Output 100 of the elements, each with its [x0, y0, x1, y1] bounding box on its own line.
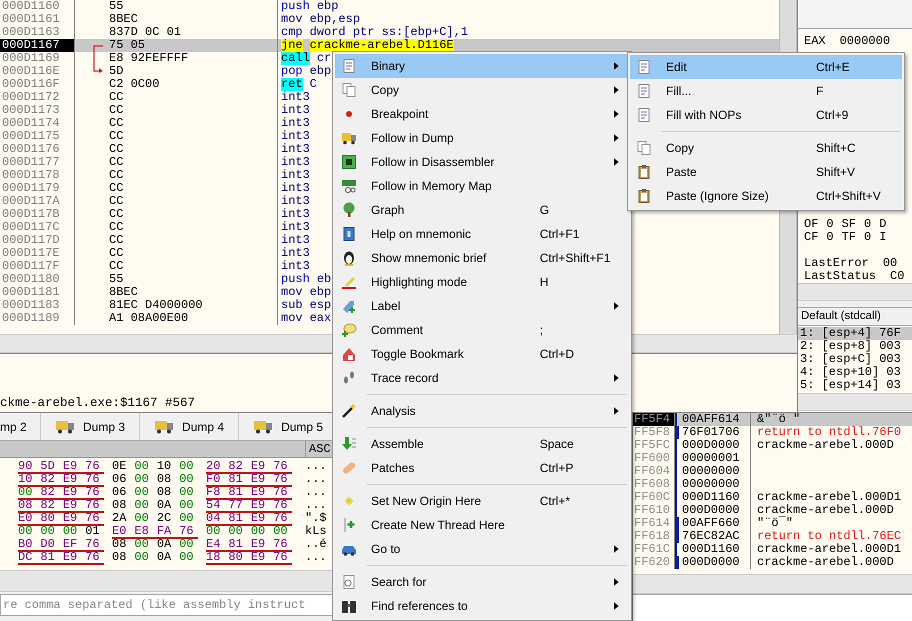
bytes-cell: 55 — [75, 273, 278, 286]
ascii-cell-text: ... — [304, 499, 327, 512]
address-cell: FF620 — [633, 556, 675, 569]
ascii-cell-text: ..é — [304, 538, 327, 551]
mnemonic: int3 — [281, 208, 310, 221]
address-cell: FF618 — [633, 530, 675, 543]
flag-cell: 0 — [864, 231, 872, 244]
mnemonic: int3 — [281, 91, 310, 104]
bytes-cell: CC — [75, 221, 278, 234]
value-cell: 000D0000 — [675, 556, 751, 569]
mnemonic: mov — [281, 13, 303, 26]
bytes-cell: C2 0C00 — [75, 78, 278, 91]
bytes-cell: 55 — [75, 0, 278, 13]
argument-row-text: 5: [esp+14] 03 — [799, 379, 902, 392]
bytes-cell: CC — [75, 143, 278, 156]
bytes-cell: 81EC D4000000 — [75, 299, 278, 312]
operand: eax — [310, 312, 332, 325]
operand: dword ptr ss:[ebp+C],1 — [310, 26, 468, 39]
hex-group: 04 81 E9 76 — [206, 512, 292, 526]
hex-group: E4 81 E9 76 — [206, 538, 292, 552]
hex-group: 00 00 00 01 — [18, 525, 104, 537]
ascii-cell-text: ... — [304, 460, 327, 473]
address-cell: FF608 — [633, 478, 675, 491]
hex-group: 2A 00 2C 00 — [112, 512, 198, 524]
value-cell: 76F01706 — [675, 426, 751, 439]
register-name: EAX — [804, 35, 826, 48]
mnemonic: pop — [281, 65, 303, 78]
mnemonic: call — [281, 52, 310, 65]
argument-row-text: 2: [esp+8] 003 — [799, 340, 902, 353]
hex-group: 20 82 E9 76 — [206, 460, 292, 474]
hex-group: 10 82 E9 76 — [18, 473, 104, 487]
flag-cell: 0 — [826, 218, 834, 232]
comment-cell-text: return to ntdll.76F0 — [756, 426, 902, 439]
hex-group: 08 00 0A 00 — [112, 538, 198, 550]
comment-cell-text: return to ntdll.76EC — [756, 530, 902, 543]
hex-group: 08 00 0A 00 — [112, 499, 198, 511]
argument-row-text: 3: [esp+C] 003 — [799, 353, 902, 366]
address-cell: 000D1175 — [0, 130, 75, 143]
address-cell: 000D117F — [0, 260, 75, 273]
mnemonic: int3 — [281, 169, 310, 182]
flag-cell: 0 — [826, 231, 834, 244]
register-name: LastError — [804, 257, 869, 270]
address-cell: FF614 — [633, 517, 675, 530]
address-cell: 000D1174 — [0, 117, 75, 130]
bytes-cell: 8BEC — [75, 286, 278, 299]
value-cell: 00AFF614 — [675, 413, 751, 426]
address-cell: 000D1167 — [0, 39, 75, 52]
bytes-cell: CC — [75, 247, 278, 260]
mnemonic: int3 — [281, 143, 310, 156]
hex-group: E0 80 E9 76 — [18, 512, 104, 526]
mnemonic: sub — [281, 299, 303, 312]
address-cell: FF600 — [633, 452, 675, 465]
address-cell: FF5F8 — [633, 426, 675, 439]
argument-row: 1: [esp+4] 76F — [798, 327, 912, 340]
mnemonic: int3 — [281, 260, 310, 273]
comment-cell-text: crackme-arebel.000D — [756, 556, 894, 569]
mnemonic: mov — [281, 286, 303, 299]
value-cell: 000D0000 — [675, 504, 751, 517]
bytes-cell: CC — [75, 182, 278, 195]
argument-row-text: 4: [esp+10] 03 — [799, 366, 902, 379]
register-value: 0000000 — [840, 35, 890, 48]
info-text: ckme-arebel.exe:$1167 #567 — [0, 396, 196, 410]
flag-cell: I — [879, 231, 886, 244]
mnemonic: int3 — [281, 104, 310, 117]
address-cell: FF61C — [633, 543, 675, 556]
address-cell: 000D116E — [0, 65, 75, 78]
mnemonic: int3 — [281, 117, 310, 130]
address-cell: 000D117D — [0, 234, 75, 247]
bytes-cell: CC — [75, 156, 278, 169]
address-cell: 000D1169 — [0, 52, 75, 65]
comment-cell-text: "¨ö¯" — [756, 517, 794, 530]
address-cell: FF5FC — [633, 439, 675, 452]
address-cell: 000D1177 — [0, 156, 75, 169]
register-value: C0 — [890, 270, 904, 283]
comment-cell-text: crackme-arebel.000D1 — [756, 543, 902, 556]
hex-group: 00 82 E9 76 — [18, 486, 104, 500]
address-cell: FF610 — [633, 504, 675, 517]
operand: ebp,esp — [310, 13, 360, 26]
bytes-cell: CC — [75, 234, 278, 247]
hex-group: E0 E8 FA 76 — [112, 525, 198, 539]
value-cell: 00000000 — [675, 478, 751, 491]
register-name: LastStatus — [804, 270, 876, 283]
address-cell: 000D1176 — [0, 143, 75, 156]
value-cell: 000D1160 — [675, 543, 751, 556]
address-cell: 000D117A — [0, 195, 75, 208]
mnemonic: ret — [281, 78, 303, 91]
address-cell: 000D116F — [0, 78, 75, 91]
mnemonic: int3 — [281, 247, 310, 260]
mnemonic: int3 — [281, 182, 310, 195]
mnemonic: push — [281, 0, 310, 13]
address-cell: FF60C — [633, 491, 675, 504]
hex-group: F0 81 E9 76 — [206, 473, 292, 487]
address-cell: 000D1160 — [0, 0, 75, 13]
mnemonic: int3 — [281, 221, 310, 234]
address-cell: 000D1180 — [0, 273, 75, 286]
calling-convention-header: Default (stdcall) — [798, 307, 912, 326]
address-cell: 000D1189 — [0, 312, 75, 325]
ascii-cell-text: ... — [304, 473, 327, 486]
value-cell: 76EC82AC — [675, 530, 751, 543]
value-cell: 00000001 — [675, 452, 751, 465]
